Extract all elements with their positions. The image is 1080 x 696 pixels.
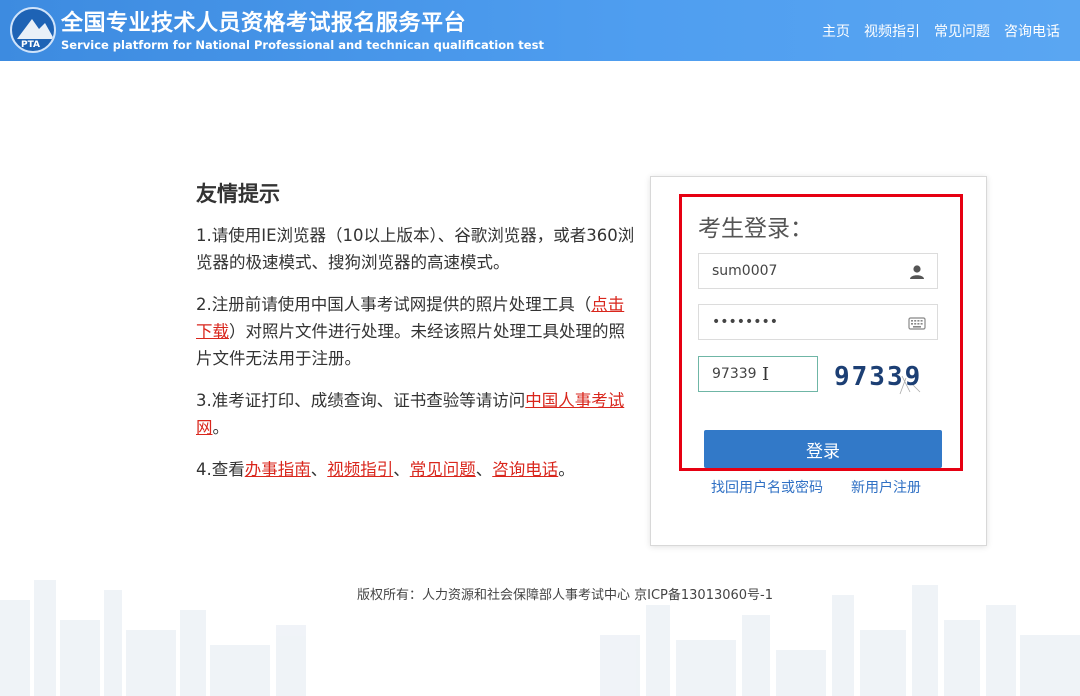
tip-photo-text-b: ）对照片文件进行处理。未经该照片处理工具处理的照片文件无法用于注册。 [196,322,625,368]
username-field[interactable] [698,253,938,289]
top-header: PTA 全国专业技术人员资格考试报名服务平台 Service platform … [0,0,1080,61]
tip-browser-text: 1.请使用IE浏览器（10以上版本）、谷歌浏览器，或者360浏览器的极速模式、搜… [196,226,635,272]
tip-services-end: 。 [212,418,230,437]
password-input[interactable] [699,305,899,339]
tip-photo: 2.注册前请使用中国人事考试网提供的照片处理工具（点击下载）对照片文件进行处理。… [196,291,636,372]
copyright-footer: 版权所有：人力资源和社会保障部人事考试中心 京ICP备13013060号-1 [357,588,774,603]
password-field[interactable] [698,304,938,340]
captcha-field[interactable] [698,356,818,392]
login-button[interactable]: 登录 [704,430,942,468]
register-link[interactable]: 新用户注册 [851,477,921,497]
captcha-image[interactable]: 97339 [832,354,932,396]
tip-browser: 1.请使用IE浏览器（10以上版本）、谷歌浏览器，或者360浏览器的极速模式、搜… [196,222,636,276]
text-cursor-icon: I [762,364,770,385]
faq-link[interactable]: 常见问题 [410,460,476,479]
separator: 、 [310,460,328,479]
tip-services: 3.准考证打印、成绩查询、证书查验等请访问中国人事考试网。 [196,387,636,441]
captcha-input[interactable] [699,357,817,391]
nav-faq[interactable]: 常见问题 [934,21,990,41]
site-title: 全国专业技术人员资格考试报名服务平台 [61,11,467,36]
period: 。 [558,460,575,479]
tips-heading: 友情提示 [196,182,280,206]
site-subtitle: Service platform for National Profession… [61,38,544,52]
user-icon [910,265,924,279]
tip-services-text: 3.准考证打印、成绩查询、证书查验等请访问 [196,391,526,410]
video-guide-link[interactable]: 视频指引 [327,460,393,479]
nav-video-guide[interactable]: 视频指引 [864,21,920,41]
login-title: 考生登录： [698,216,813,242]
svg-text:97339: 97339 [834,362,922,392]
top-nav: 主页 视频指引 常见问题 咨询电话 [822,21,1060,41]
tip-help-text: 4.查看 [196,460,245,479]
recover-account-link[interactable]: 找回用户名或密码 [711,477,823,497]
tip-photo-text-a: 2.注册前请使用中国人事考试网提供的照片处理工具（ [196,295,592,314]
contact-link[interactable]: 咨询电话 [492,460,558,479]
tips-section: 友情提示 1.请使用IE浏览器（10以上版本）、谷歌浏览器，或者360浏览器的极… [196,178,636,498]
svg-text:PTA: PTA [21,40,40,50]
nav-home[interactable]: 主页 [822,21,850,41]
skyline-background [0,580,1080,696]
keyboard-icon [908,317,926,330]
nav-contact[interactable]: 咨询电话 [1004,21,1060,41]
username-input[interactable] [699,254,899,288]
separator: 、 [475,460,493,479]
tip-help: 4.查看办事指南、视频指引、常见问题、咨询电话。 [196,456,636,483]
pta-logo[interactable]: PTA [10,7,56,53]
guide-link[interactable]: 办事指南 [245,460,311,479]
separator: 、 [393,460,410,479]
